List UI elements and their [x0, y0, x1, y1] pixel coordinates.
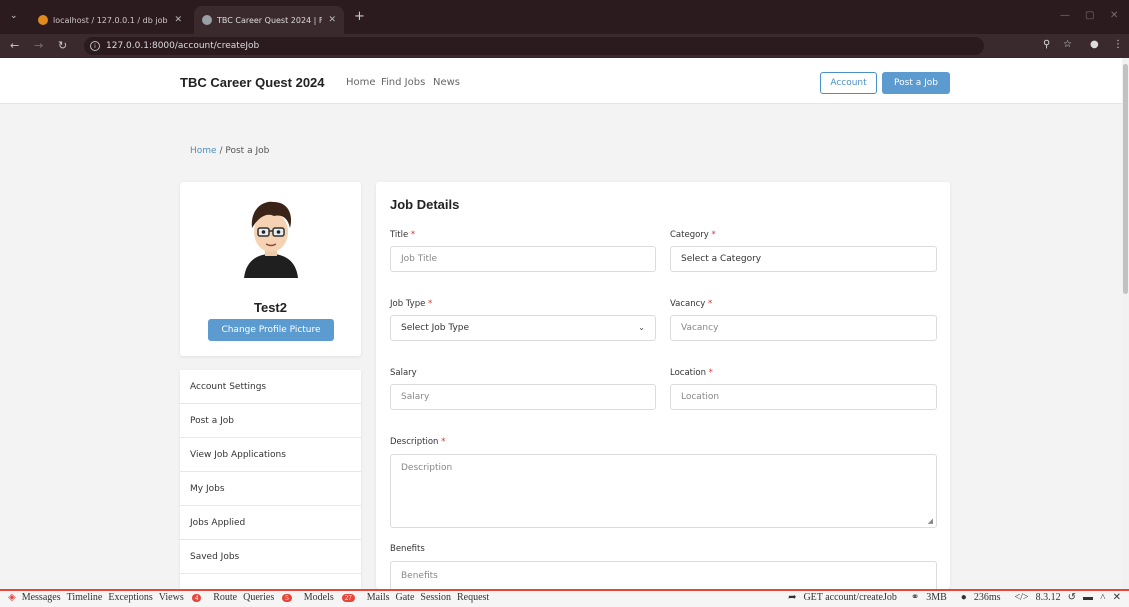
- back-icon[interactable]: ←: [10, 39, 19, 52]
- brand-title[interactable]: TBC Career Quest 2024: [180, 75, 325, 90]
- debug-tab-models[interactable]: Models 27: [304, 592, 361, 603]
- nav-home[interactable]: Home: [346, 77, 376, 88]
- memory-icon: ⚭: [910, 592, 920, 603]
- close-tab-icon[interactable]: ✕: [174, 15, 182, 25]
- browser-tab-strip: ⌄ localhost / 127.0.0.1 / db job p ✕ TBC…: [0, 0, 1129, 34]
- breadcrumb-current: Post a Job: [225, 146, 270, 156]
- forward-icon[interactable]: →: [34, 39, 43, 52]
- debug-request[interactable]: ➦ GET account/createJob: [781, 592, 897, 603]
- globe-favicon-icon: [202, 15, 212, 25]
- count-badge: 4: [191, 594, 202, 602]
- debug-tab-request[interactable]: Request: [457, 592, 489, 603]
- description-textarea[interactable]: Description ◢: [390, 454, 937, 528]
- maximize-icon[interactable]: ˄: [1100, 592, 1106, 603]
- browser-tab-phpmyadmin[interactable]: localhost / 127.0.0.1 / db job p ✕: [30, 6, 190, 34]
- location-label: Location *: [670, 368, 713, 378]
- description-label: Description *: [390, 437, 446, 447]
- site-info-icon[interactable]: i: [90, 41, 100, 51]
- debug-php-version[interactable]: </> 8.3.12: [1008, 592, 1061, 603]
- more-menu-icon[interactable]: ⋮: [1113, 39, 1123, 50]
- category-select[interactable]: Select a Category: [670, 246, 937, 272]
- minimize-icon[interactable]: —: [1060, 10, 1070, 21]
- breadcrumb-separator: /: [219, 146, 223, 156]
- title-label: Title *: [390, 230, 416, 240]
- profile-icon[interactable]: ●: [1090, 39, 1099, 50]
- category-label: Category *: [670, 230, 716, 240]
- menu-item-jobs-applied[interactable]: Jobs Applied: [180, 506, 361, 540]
- nav-news[interactable]: News: [433, 77, 460, 88]
- restore-icon[interactable]: ▢: [1085, 10, 1094, 21]
- job-details-heading: Job Details: [390, 197, 460, 212]
- profile-card: Test2 Change Profile Picture: [180, 182, 361, 356]
- nav-find-jobs[interactable]: Find Jobs: [381, 77, 425, 88]
- debug-tab-queries[interactable]: Queries 5: [243, 592, 298, 603]
- post-job-button[interactable]: Post a Job: [882, 72, 950, 94]
- close-debugbar-icon[interactable]: ✕: [1113, 592, 1121, 603]
- tab-title: TBC Career Quest 2024 | Find B: [217, 15, 323, 25]
- tab-title: localhost / 127.0.0.1 / db job p: [53, 15, 169, 25]
- menu-item-view-job-applications[interactable]: View Job Applications: [180, 438, 361, 472]
- menu-item-account-settings[interactable]: Account Settings: [180, 370, 361, 404]
- menu-item-post-a-job[interactable]: Post a Job: [180, 404, 361, 438]
- job-details-card: Job Details Title * Job Title Category *…: [376, 182, 950, 589]
- debug-tab-exceptions[interactable]: Exceptions: [108, 592, 152, 603]
- site-header: TBC Career Quest 2024 Home Find Jobs New…: [0, 58, 1122, 104]
- debug-tab-gate[interactable]: Gate: [396, 592, 415, 603]
- close-window-icon[interactable]: ✕: [1110, 10, 1118, 21]
- debug-memory[interactable]: ⚭ 3MB: [904, 592, 947, 603]
- description-placeholder: Description: [401, 463, 453, 473]
- salary-label: Salary: [390, 368, 417, 378]
- zoom-icon[interactable]: ⚲: [1043, 39, 1050, 50]
- vacancy-input[interactable]: Vacancy: [670, 315, 937, 341]
- change-profile-picture-button[interactable]: Change Profile Picture: [208, 319, 334, 341]
- debug-tab-messages[interactable]: Messages: [22, 592, 61, 603]
- address-bar-row: ← → ↻ i 127.0.0.1:8000/account/createJob…: [0, 34, 1129, 58]
- debug-tab-mails[interactable]: Mails: [367, 592, 390, 603]
- share-icon: ➦: [788, 592, 797, 603]
- account-sidebar-menu: Account Settings Post a Job View Job App…: [180, 370, 361, 589]
- account-button[interactable]: Account: [820, 72, 877, 94]
- location-input[interactable]: Location: [670, 384, 937, 410]
- breadcrumb: Home / Post a Job: [190, 146, 269, 156]
- debug-tab-timeline[interactable]: Timeline: [67, 592, 103, 603]
- resize-grip-icon[interactable]: ◢: [928, 517, 933, 525]
- count-badge: 27: [341, 594, 355, 602]
- job-title-input[interactable]: Job Title: [390, 246, 656, 272]
- debugbar: ◈ Messages Timeline Exceptions Views 4 Ro…: [0, 589, 1129, 607]
- debug-tab-route[interactable]: Route: [213, 592, 237, 603]
- salary-input[interactable]: Salary: [390, 384, 656, 410]
- close-tab-icon[interactable]: ✕: [328, 15, 336, 25]
- url-bar[interactable]: i 127.0.0.1:8000/account/createJob: [84, 37, 984, 55]
- history-icon[interactable]: ↺: [1068, 592, 1076, 603]
- benefits-label: Benefits: [390, 544, 425, 554]
- benefits-input[interactable]: Benefits: [390, 561, 937, 589]
- chevron-down-icon: ⌄: [638, 323, 645, 332]
- debug-time[interactable]: ● 236ms: [954, 592, 1001, 603]
- job-type-label: Job Type *: [390, 299, 433, 309]
- reload-icon[interactable]: ↻: [58, 39, 67, 52]
- debug-tab-views[interactable]: Views 4: [159, 592, 207, 603]
- count-badge: 5: [282, 594, 292, 602]
- folder-icon[interactable]: ▬: [1083, 592, 1093, 603]
- phpmyadmin-favicon-icon: [38, 15, 48, 25]
- page-scrollbar-thumb[interactable]: [1123, 64, 1128, 294]
- job-type-value: Select Job Type: [401, 323, 470, 333]
- user-avatar: [244, 201, 298, 278]
- bookmark-star-icon[interactable]: ☆: [1063, 39, 1072, 50]
- profile-name: Test2: [254, 300, 287, 315]
- clock-icon: ●: [960, 592, 967, 603]
- browser-tab-active[interactable]: TBC Career Quest 2024 | Find B ✕: [194, 6, 344, 34]
- breadcrumb-home[interactable]: Home: [190, 146, 217, 156]
- laravel-logo-icon[interactable]: ◈: [8, 592, 16, 603]
- debug-tab-session[interactable]: Session: [420, 592, 451, 603]
- menu-item-saved-jobs[interactable]: Saved Jobs: [180, 540, 361, 574]
- tab-search-icon[interactable]: ⌄: [10, 11, 18, 21]
- url-text: 127.0.0.1:8000/account/createJob: [106, 41, 260, 51]
- new-tab-icon[interactable]: +: [354, 9, 365, 24]
- job-type-select[interactable]: Select Job Type ⌄: [390, 315, 656, 341]
- code-icon: </>: [1014, 592, 1029, 603]
- vacancy-label: Vacancy *: [670, 299, 713, 309]
- menu-item-my-jobs[interactable]: My Jobs: [180, 472, 361, 506]
